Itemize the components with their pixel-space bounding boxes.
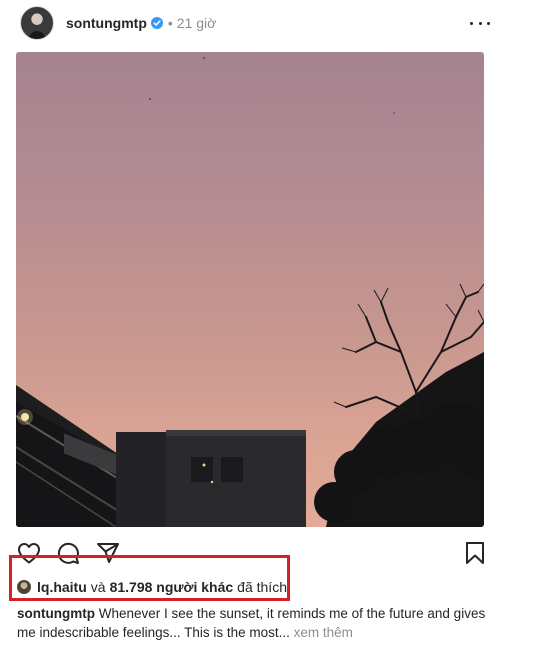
bookmark-icon[interactable]	[462, 540, 488, 566]
caption-ellipsis: ...	[278, 625, 290, 640]
author-username[interactable]: sontungmtp	[66, 15, 147, 31]
post-caption: sontungmtp Whenever I see the sunset, it…	[17, 604, 487, 642]
instagram-post: sontungmtp • 21 giờ lq.haitu và 81.798 n…	[0, 0, 533, 645]
header-separator: •	[167, 15, 173, 31]
more-options-icon[interactable]	[470, 14, 490, 32]
post-timestamp[interactable]: 21 giờ	[177, 15, 217, 31]
likes-highlight-box	[9, 555, 290, 601]
caption-author[interactable]: sontungmtp	[17, 606, 95, 621]
verified-badge-icon	[150, 17, 163, 29]
post-image[interactable]	[16, 52, 484, 527]
sunset-scene	[16, 57, 484, 527]
post-header: sontungmtp • 21 giờ	[20, 6, 490, 40]
author-avatar[interactable]	[20, 6, 54, 40]
see-more-link[interactable]: xem thêm	[294, 625, 353, 640]
